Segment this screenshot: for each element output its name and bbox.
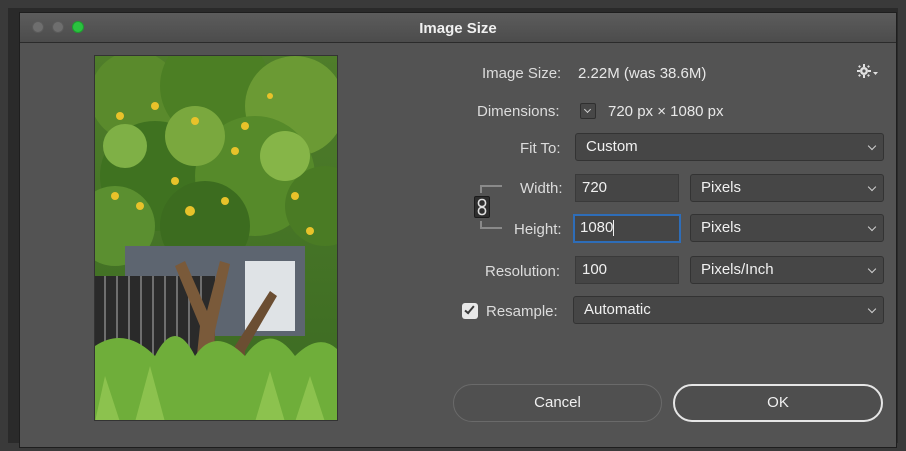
window-title: Image Size — [419, 20, 497, 37]
fit-to-select[interactable]: Custom — [575, 133, 884, 161]
resolution-label: Resolution: — [485, 263, 561, 280]
fit-to-value: Custom — [586, 138, 638, 155]
lemon-tree-photo — [95, 56, 337, 420]
height-label: Height: — [514, 221, 562, 238]
width-input[interactable]: 720 — [575, 174, 679, 202]
checkmark-icon — [464, 303, 475, 315]
title-bar: Image Size — [20, 13, 896, 43]
text-cursor — [613, 220, 615, 237]
image-size-value: 2.22M (was 38.6M) — [578, 65, 707, 82]
dimensions-value: 720 px × 1080 px — [608, 103, 724, 120]
width-unit-value: Pixels — [701, 179, 742, 196]
width-unit-select[interactable]: Pixels — [690, 174, 884, 202]
chevron-down-icon — [867, 141, 877, 151]
dimensions-units-dropdown[interactable] — [580, 103, 596, 119]
constrain-bracket-bottom — [480, 221, 502, 229]
image-preview[interactable] — [94, 55, 338, 421]
resolution-input[interactable]: 100 — [575, 256, 679, 284]
resample-checkbox[interactable] — [462, 303, 478, 319]
gear-icon[interactable] — [857, 64, 879, 81]
dimensions-label: Dimensions: — [477, 103, 560, 120]
width-label: Width: — [520, 180, 563, 197]
resolution-unit-value: Pixels/Inch — [701, 261, 774, 278]
ok-button[interactable]: OK — [673, 384, 883, 422]
chevron-down-icon — [583, 105, 592, 114]
chevron-down-icon — [867, 304, 877, 314]
resample-value: Automatic — [584, 301, 651, 318]
chevron-down-icon — [867, 222, 877, 232]
constrain-bracket-top — [480, 185, 502, 193]
resolution-unit-select[interactable]: Pixels/Inch — [690, 256, 884, 284]
image-size-label: Image Size: — [482, 65, 562, 82]
resample-label: Resample: — [486, 303, 558, 320]
chevron-down-icon — [867, 182, 877, 192]
chevron-down-icon — [867, 264, 877, 274]
image-size-dialog: Image Size Image Size: 2.22M (was 38.6M)… — [19, 12, 897, 448]
link-icon[interactable] — [474, 196, 490, 218]
height-unit-value: Pixels — [701, 219, 742, 236]
height-input[interactable]: 1080 — [573, 214, 681, 243]
resample-select[interactable]: Automatic — [573, 296, 884, 324]
fit-to-label: Fit To: — [520, 140, 561, 157]
height-unit-select[interactable]: Pixels — [690, 214, 884, 242]
cancel-button[interactable]: Cancel — [453, 384, 662, 422]
height-input-value: 1080 — [580, 219, 614, 236]
